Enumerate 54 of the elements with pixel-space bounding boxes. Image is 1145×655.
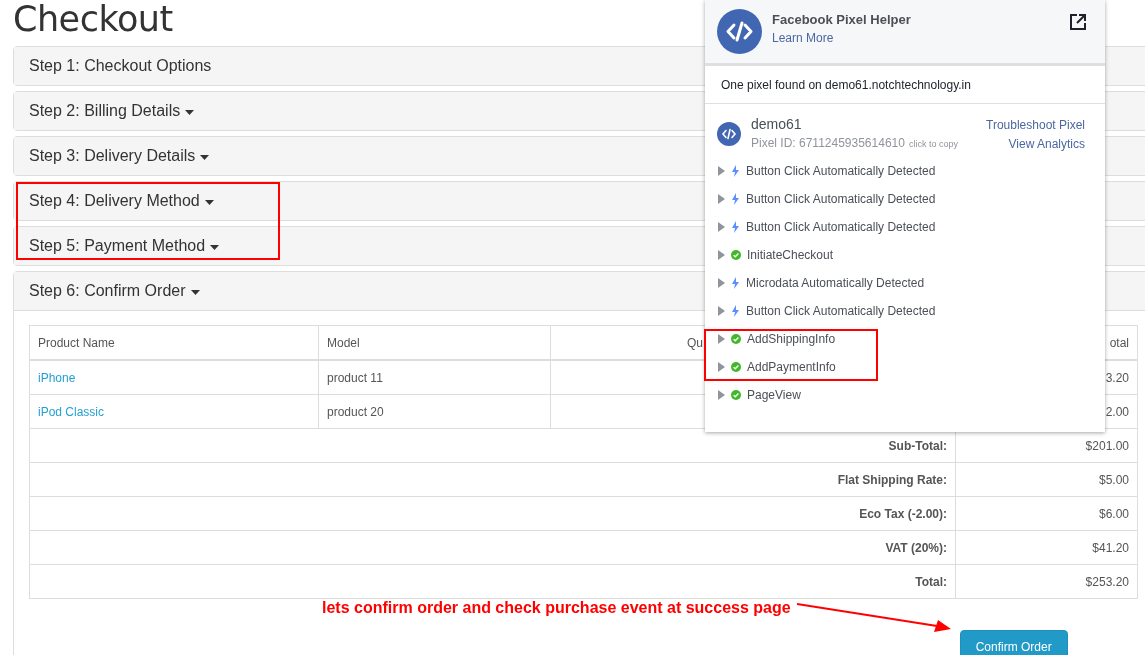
- annotation-text: lets confirm order and check purchase event at success page: [322, 598, 791, 618]
- expand-triangle-icon[interactable]: [718, 390, 725, 400]
- total-label: VAT (20%):: [885, 540, 947, 555]
- pixel-link[interactable]: View Analytics: [1008, 137, 1085, 151]
- event-name[interactable]: Button Click Automatically Detected: [746, 220, 936, 234]
- total-value: $6.00: [1098, 506, 1129, 521]
- expand-triangle-icon[interactable]: [718, 306, 725, 316]
- total-value: $5.00: [1098, 472, 1129, 487]
- expand-triangle-icon[interactable]: [718, 250, 725, 260]
- external-link-icon[interactable]: [1069, 12, 1087, 31]
- event-name[interactable]: Button Click Automatically Detected: [746, 192, 936, 206]
- event-name[interactable]: Button Click Automatically Detected: [746, 164, 936, 178]
- expand-triangle-icon[interactable]: [718, 362, 725, 372]
- total-label: Eco Tax (-2.00):: [859, 506, 947, 521]
- step-title[interactable]: Step 5: Payment Method: [29, 237, 206, 255]
- event-name[interactable]: InitiateCheckout: [747, 248, 834, 262]
- step-title[interactable]: Step 2: Billing Details: [29, 102, 181, 120]
- event-name[interactable]: AddShippingInfo: [747, 332, 836, 346]
- step-title[interactable]: Step 3: Delivery Details: [29, 147, 196, 165]
- event-name[interactable]: Button Click Automatically Detected: [746, 304, 936, 318]
- column-header: otal: [1109, 335, 1129, 350]
- table-cell: product 20: [327, 404, 384, 419]
- column-header: Qu: [687, 335, 703, 350]
- table-cell: 2.00: [1105, 404, 1129, 419]
- pixel-id: Pixel ID: 6711245935614610: [751, 136, 905, 150]
- pixel-name: demo61: [751, 116, 803, 132]
- total-label: Sub-Total:: [888, 438, 947, 453]
- event-name[interactable]: Microdata Automatically Detected: [746, 276, 925, 290]
- pixel-summary: One pixel found on demo61.notchtechnology.in: [721, 77, 971, 92]
- table-cell: product 11: [327, 370, 383, 385]
- total-value: $201.00: [1085, 438, 1129, 453]
- code-logo-icon: [717, 122, 741, 146]
- column-header: Model: [327, 335, 360, 350]
- pixel-link[interactable]: Troubleshoot Pixel: [986, 118, 1085, 132]
- code-logo-icon: [717, 9, 762, 54]
- step-title[interactable]: Step 1: Checkout Options: [29, 57, 212, 75]
- popup-title: Facebook Pixel Helper: [772, 12, 912, 27]
- total-value: $253.20: [1085, 574, 1129, 589]
- page-title: Checkout: [13, 0, 173, 41]
- event-name[interactable]: AddPaymentInfo: [747, 360, 836, 374]
- column-header: Product Name: [38, 335, 115, 350]
- table-cell: 3.20: [1105, 370, 1129, 385]
- expand-triangle-icon[interactable]: [718, 334, 725, 344]
- total-value: $41.20: [1092, 540, 1129, 555]
- expand-triangle-icon[interactable]: [718, 194, 725, 204]
- expand-triangle-icon[interactable]: [718, 166, 725, 176]
- event-name[interactable]: PageView: [747, 388, 801, 402]
- expand-triangle-icon[interactable]: [718, 222, 725, 232]
- total-label: Total:: [915, 574, 947, 589]
- step-title[interactable]: Step 4: Delivery Method: [29, 192, 200, 210]
- total-label: Flat Shipping Rate:: [837, 472, 947, 487]
- step-title[interactable]: Step 6: Confirm Order: [29, 282, 186, 300]
- learn-more-link[interactable]: Learn More: [772, 31, 1069, 45]
- expand-triangle-icon[interactable]: [718, 278, 725, 288]
